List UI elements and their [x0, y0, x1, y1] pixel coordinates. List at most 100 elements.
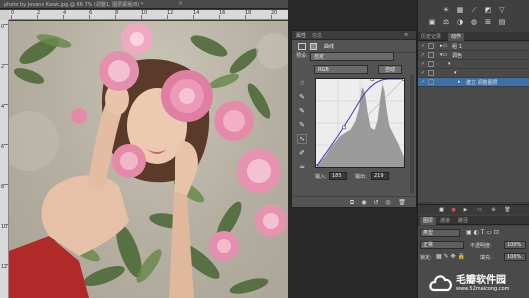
stop-icon[interactable]: ■ — [438, 207, 445, 213]
auto-button[interactable]: 自动 — [378, 65, 402, 74]
action-expand-icon[interactable]: ▾ — [448, 61, 451, 67]
ruler-left-tick — [4, 144, 8, 145]
exposure-icon[interactable]: ◩ — [484, 6, 492, 14]
dialog-toggle-icon[interactable] — [428, 52, 434, 58]
document-tab[interactable]: photo by Jevans Kwak.jpg @ 66.7% (调整1, 图… — [0, 0, 288, 9]
opacity-field[interactable]: 100% — [504, 241, 526, 249]
hue-saturation-icon[interactable]: ▣ — [428, 18, 436, 26]
action-toggle-icon[interactable]: ✓ — [421, 70, 425, 76]
properties-panel: 属性 信息 ≡ 曲线 预设: 自定 RGB 自动 ☝ ✎ ✎ ✎ ∿ ✐ ≈ 输… — [291, 30, 417, 208]
dialog-toggle-icon[interactable] — [428, 79, 434, 85]
ruler-left-tick — [4, 224, 8, 225]
properties-scrollbar[interactable] — [410, 75, 414, 193]
fill-field[interactable]: 100% — [504, 253, 526, 261]
lock-label: 锁定: — [420, 255, 432, 261]
action-label: 调色 — [452, 53, 463, 59]
ruler-top[interactable]: 0 2 4 6 8 10 12 14 16 18 20 — [9, 10, 288, 20]
pencil-draw-icon[interactable]: ✐ — [297, 148, 307, 158]
layers-header: 图层 通道 路径 — [418, 216, 529, 225]
tab-properties[interactable]: 属性 — [296, 32, 306, 39]
actions-list: ✓ ▸▭ 组 1 ✓ ▾▭ 调色 ✓ ▾ ✓ ▾ ✓ ▸ 建立 调整图层 — [418, 42, 529, 202]
curve-control-point[interactable] — [370, 79, 375, 81]
clip-to-layer-icon[interactable]: ⧉ — [348, 199, 356, 206]
tab-paths[interactable]: 路径 — [458, 217, 468, 224]
action-toggle-icon[interactable]: ✓ — [421, 61, 425, 67]
delete-action-icon[interactable]: 🗑 — [504, 207, 511, 213]
tab-channels[interactable]: 通道 — [440, 217, 450, 224]
curve-control-point[interactable] — [402, 79, 404, 81]
canvas-photo[interactable] — [9, 21, 288, 298]
ruler-top-tick — [271, 15, 272, 19]
curves-icon[interactable]: ⟋ — [470, 6, 478, 14]
gray-eyedropper-icon[interactable]: ✎ — [297, 106, 307, 116]
dialog-toggle-icon[interactable] — [428, 43, 434, 49]
lock-icons[interactable]: ▦ ✎ ✥ 🔒 — [436, 253, 465, 260]
action-toggle-icon[interactable]: ✓ — [421, 43, 425, 49]
action-toggle-icon[interactable]: ✓ — [421, 79, 425, 85]
tab-layers[interactable]: 图层 — [420, 217, 437, 225]
blend-mode-dropdown[interactable]: 正常 — [420, 241, 464, 249]
action-expand-icon[interactable]: ▸ — [458, 79, 461, 85]
visibility-eye-icon[interactable]: ◎ — [384, 199, 392, 206]
action-row[interactable]: ✓ ▾ — [418, 60, 529, 69]
output-label: 输出: — [355, 174, 367, 180]
tab-info[interactable]: 信息 — [312, 32, 322, 39]
mask-icon[interactable] — [310, 43, 317, 50]
action-row[interactable]: ✓ ▸▭ 组 1 — [418, 42, 529, 51]
levels-icon[interactable]: ▦ — [456, 6, 464, 14]
vibrance-icon[interactable]: ▽ — [498, 6, 506, 14]
ruler-corner[interactable] — [0, 10, 9, 20]
cloud-logo-icon — [429, 275, 452, 292]
color-balance-icon[interactable]: ⚖ — [442, 18, 450, 26]
photo-filter-icon[interactable]: ◍ — [470, 18, 478, 26]
close-document-icon[interactable]: × — [178, 0, 183, 7]
curve-control-point[interactable] — [316, 165, 318, 167]
dialog-toggle-icon[interactable] — [428, 70, 434, 76]
document-window: photo by Jevans Kwak.jpg @ 66.7% (调整1, 图… — [0, 0, 288, 298]
view-previous-icon[interactable]: ◉ — [360, 199, 368, 206]
ruler-left[interactable]: 0 2 4 6 8 10 12 — [0, 20, 9, 298]
panel-menu-icon[interactable]: ≡ — [404, 32, 408, 38]
tab-actions[interactable]: 动作 — [448, 33, 465, 41]
action-row[interactable]: ✓ ▾▭ 调色 — [418, 51, 529, 60]
action-expand-icon[interactable]: ▾ — [454, 70, 457, 76]
preset-dropdown[interactable]: 自定 — [310, 52, 394, 61]
reset-icon[interactable]: ↺ — [372, 199, 380, 206]
curve-control-point[interactable] — [342, 125, 346, 130]
lock-row: 锁定: ▦ ✎ ✥ 🔒 填充: 100% — [420, 252, 528, 262]
tab-history[interactable]: 历史记录 — [421, 33, 441, 40]
output-field[interactable]: 219 — [371, 172, 389, 180]
brightness-icon[interactable]: ☀ — [442, 6, 450, 14]
input-field[interactable]: 185 — [329, 172, 347, 180]
actions-footer: ■ ● ▶ ▭ ⊕ 🗑 — [418, 204, 529, 214]
action-row[interactable]: ✓ ▾ — [418, 69, 529, 78]
channel-mixer-icon[interactable]: ⊞ — [484, 18, 492, 26]
curves-graph[interactable] — [315, 78, 405, 168]
filter-icons[interactable]: ▣ ◐ T ▭ ⊡ — [466, 229, 499, 236]
input-label: 输入: — [315, 174, 327, 180]
target-adjust-icon[interactable]: ☝ — [297, 78, 307, 88]
layer-kind-dropdown[interactable]: 类型 — [420, 229, 460, 237]
black-white-icon[interactable]: ◑ — [456, 18, 464, 26]
white-eyedropper-icon[interactable]: ✎ — [297, 120, 307, 130]
channel-dropdown[interactable]: RGB — [314, 65, 368, 74]
record-icon[interactable]: ● — [450, 207, 457, 213]
portrait-image — [9, 23, 288, 298]
ruler-top-tick — [167, 15, 168, 19]
dialog-toggle-icon[interactable] — [428, 61, 434, 67]
smooth-curve-icon[interactable]: ≈ — [297, 162, 307, 172]
new-set-icon[interactable]: ▭ — [476, 207, 483, 213]
ruler-top-tick — [89, 15, 90, 19]
action-row-selected[interactable]: ✓ ▸ 建立 调整图层 — [418, 78, 529, 87]
preset-label: 预设: — [296, 53, 308, 59]
properties-panel-header: 属性 信息 ≡ — [292, 31, 416, 40]
curve-point-icon[interactable]: ∿ — [297, 134, 307, 144]
watermark: 毛瓣软件园 www.52maicong.com — [426, 268, 529, 298]
play-icon[interactable]: ▶ — [462, 207, 469, 213]
black-eyedropper-icon[interactable]: ✎ — [297, 92, 307, 102]
new-action-icon[interactable]: ⊕ — [490, 207, 497, 213]
trash-icon[interactable]: 🗑 — [398, 199, 406, 206]
ruler-left-tick — [4, 184, 8, 185]
color-lookup-icon[interactable]: ▤ — [498, 18, 506, 26]
action-toggle-icon[interactable]: ✓ — [421, 52, 425, 58]
